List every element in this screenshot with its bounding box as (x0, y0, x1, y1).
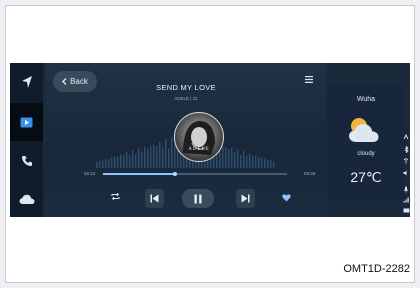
visualizer-bar (114, 156, 116, 168)
wifi-icon (402, 157, 410, 165)
visualizer-bar (150, 146, 152, 168)
status-bar (402, 133, 410, 213)
repeat-button[interactable] (108, 189, 122, 203)
artist-album: ADELE | 21 (174, 96, 198, 101)
visualizer-bar (153, 144, 155, 168)
previous-track-button[interactable] (145, 189, 164, 208)
visualizer-bar (144, 146, 146, 168)
signal-icon (402, 133, 410, 141)
visualizer-bar (255, 155, 257, 168)
pause-icon (194, 194, 202, 203)
visualizer-bar (159, 141, 161, 168)
visualizer-bar (99, 161, 101, 168)
weather-widget[interactable]: Wuha cloudy 27℃ (327, 83, 405, 199)
signal-strength-icon (402, 196, 410, 204)
visualizer-bar (111, 157, 113, 168)
visualizer-bar (102, 160, 104, 168)
skip-next-icon (241, 194, 250, 203)
infotainment-screen: Back SEND MY LOVE ADELE | 21 ADELE 02:14… (10, 63, 410, 217)
visualizer-bar (141, 151, 143, 168)
visualizer-bar (117, 156, 119, 168)
chevron-left-icon (62, 78, 67, 85)
nav-weather-button[interactable] (10, 180, 43, 217)
figure-code: OMT1D-2282 (343, 263, 410, 275)
visualizer-bar (243, 151, 245, 168)
nav-navigation-button[interactable] (10, 63, 43, 101)
nav-phone-button[interactable] (10, 142, 43, 180)
visualizer-bar (225, 146, 227, 168)
progress-fill (103, 173, 175, 175)
visualizer-bar (237, 149, 239, 168)
visualizer-bar (129, 155, 131, 168)
partly-cloudy-icon (349, 118, 379, 142)
back-label: Back (70, 77, 88, 86)
visualizer-bar (156, 146, 158, 168)
visualizer-bar (168, 148, 170, 168)
repeat-icon (111, 192, 119, 200)
visualizer-bar (258, 156, 260, 168)
back-button[interactable]: Back (53, 71, 97, 92)
visualizer-bar (162, 146, 164, 168)
media-play-icon (20, 117, 33, 127)
cloud-icon (19, 194, 34, 204)
album-portrait-icon (183, 121, 215, 155)
music-player: Back SEND MY LOVE ADELE | 21 ADELE 02:14… (46, 63, 326, 217)
song-title: SEND MY LOVE (156, 83, 216, 92)
microphone-icon (402, 185, 410, 193)
visualizer-bar (123, 155, 125, 168)
side-nav (10, 63, 43, 217)
volume-icon (402, 169, 410, 177)
battery-icon (402, 206, 410, 214)
visualizer-bar (135, 154, 137, 168)
visualizer-bar (231, 147, 233, 168)
visualizer-bar (240, 154, 242, 168)
visualizer-bar (252, 156, 254, 168)
favorite-button[interactable] (279, 191, 293, 205)
weather-city: Wuha (356, 96, 376, 103)
playlist-menu-icon[interactable] (305, 76, 313, 83)
progress-handle[interactable] (172, 171, 177, 176)
visualizer-bar (249, 153, 251, 168)
visualizer-bar (105, 159, 107, 168)
visualizer-bar (234, 152, 236, 168)
visualizer-bar (171, 137, 173, 168)
elapsed-time: 02:14 (84, 171, 96, 176)
weather-temperature: 27℃ (350, 169, 382, 185)
visualizer-bar (96, 162, 98, 168)
visualizer-bar (132, 150, 134, 168)
skip-previous-icon (150, 194, 159, 203)
weather-condition: cloudy (357, 151, 375, 157)
visualizer-bar (267, 159, 269, 168)
visualizer-bar (120, 154, 122, 168)
visualizer-bar (108, 158, 110, 168)
nav-media-button[interactable] (10, 103, 43, 141)
visualizer-bar (126, 152, 128, 168)
visualizer-bar (228, 149, 230, 168)
phone-icon (21, 156, 32, 166)
next-track-button[interactable] (236, 189, 255, 208)
album-art: ADELE (174, 112, 224, 162)
visualizer-bar (270, 160, 272, 168)
heart-icon (281, 194, 291, 202)
visualizer-bar (147, 148, 149, 168)
progress-bar[interactable] (103, 171, 287, 176)
bluetooth-icon (402, 145, 410, 153)
visualizer-bar (261, 157, 263, 168)
visualizer-bar (138, 148, 140, 168)
pause-button[interactable] (182, 189, 214, 208)
visualizer-bar (246, 155, 248, 168)
visualizer-bar (273, 161, 275, 168)
visualizer-bar (264, 158, 266, 168)
navigation-arrow-icon (21, 76, 32, 88)
visualizer-bar (165, 139, 167, 168)
total-duration: 03:46 (304, 171, 316, 176)
album-label: ADELE (188, 147, 210, 152)
